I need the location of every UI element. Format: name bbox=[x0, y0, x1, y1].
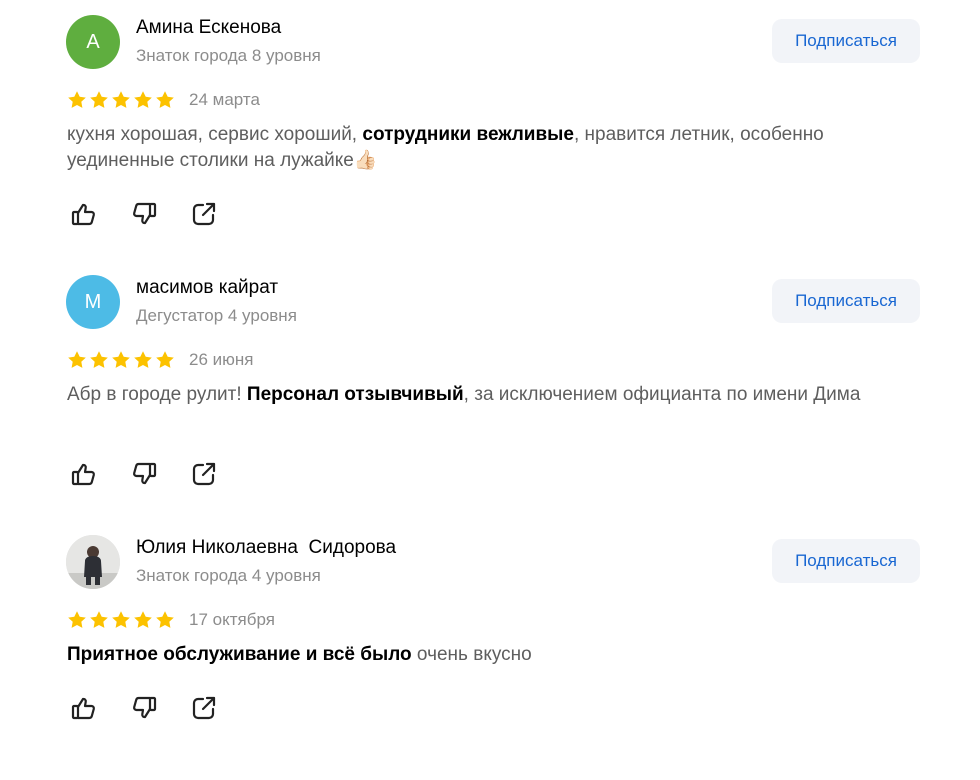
review-text: Абр в городе рулит! Персонал отзывчивый,… bbox=[67, 382, 927, 408]
review-actions bbox=[70, 200, 218, 228]
review-text-part: кухня хорошая, сервис хороший, bbox=[67, 124, 363, 145]
star-icon bbox=[112, 91, 130, 108]
star-icon bbox=[156, 351, 174, 368]
star-icon bbox=[134, 91, 152, 108]
review-text: кухня хорошая, сервис хороший, сотрудник… bbox=[67, 122, 927, 174]
review-actions bbox=[70, 694, 218, 722]
star-icon bbox=[90, 351, 108, 368]
share-button[interactable] bbox=[190, 694, 218, 722]
thumbs-up-icon bbox=[71, 463, 95, 486]
star-icon bbox=[90, 611, 108, 628]
star-icon bbox=[90, 91, 108, 108]
share-button[interactable] bbox=[190, 200, 218, 228]
review-text: Приятное обслуживание и всё было очень в… bbox=[67, 642, 927, 668]
star-icon bbox=[134, 611, 152, 628]
rating-stars bbox=[67, 610, 175, 630]
thumbs-down-icon bbox=[133, 202, 157, 225]
subscribe-button[interactable]: Подписаться bbox=[772, 539, 920, 583]
star-icon bbox=[112, 611, 130, 628]
share-button[interactable] bbox=[190, 460, 218, 488]
thumbs-up-icon bbox=[71, 203, 95, 226]
subscribe-button[interactable]: Подписаться bbox=[772, 19, 920, 63]
rating-stars bbox=[67, 350, 175, 370]
review-text-part: очень вкусно bbox=[411, 644, 532, 665]
like-button[interactable] bbox=[70, 460, 98, 488]
review-date: 26 июня bbox=[189, 350, 254, 369]
reviewer-level: Знаток города 4 уровня bbox=[136, 566, 321, 585]
star-icon bbox=[68, 351, 86, 368]
review-card: М масимов кайрат Дегустатор 4 уровня Под… bbox=[0, 260, 980, 520]
like-button[interactable] bbox=[70, 200, 98, 228]
review-date: 24 марта bbox=[189, 90, 260, 109]
reviewer-level: Знаток города 8 уровня bbox=[136, 46, 321, 65]
avatar-letter: А bbox=[86, 30, 100, 53]
reviewer-level: Дегустатор 4 уровня bbox=[136, 306, 297, 325]
review-text-part: , за исключением официанта по имени Дима bbox=[463, 384, 861, 405]
star-icon bbox=[156, 91, 174, 108]
star-icon bbox=[112, 351, 130, 368]
review-date: 17 октября bbox=[189, 610, 275, 629]
avatar-letter: М bbox=[84, 290, 102, 313]
review-card: Юлия Николаевна Сидорова Знаток города 4… bbox=[0, 520, 980, 780]
review-highlight: сотрудники вежливые bbox=[362, 124, 574, 145]
star-icon bbox=[134, 351, 152, 368]
thumbs-down-icon bbox=[133, 696, 157, 719]
reviewer-name[interactable]: Юлия Николаевна Сидорова bbox=[136, 537, 396, 559]
like-button[interactable] bbox=[70, 694, 98, 722]
dislike-button[interactable] bbox=[130, 200, 158, 228]
review-card: А Амина Ескенова Знаток города 8 уровня … bbox=[0, 0, 980, 260]
review-highlight: Персонал отзывчивый bbox=[246, 384, 464, 405]
dislike-button[interactable] bbox=[130, 460, 158, 488]
avatar[interactable]: М bbox=[66, 275, 120, 329]
share-icon bbox=[192, 202, 216, 226]
thumbs-down-icon bbox=[133, 462, 157, 485]
subscribe-button[interactable]: Подписаться bbox=[772, 279, 920, 323]
avatar-photo[interactable] bbox=[66, 535, 120, 589]
share-icon bbox=[192, 696, 216, 720]
star-icon bbox=[156, 611, 174, 628]
review-highlight: Приятное обслуживание и всё было bbox=[67, 644, 412, 665]
dislike-button[interactable] bbox=[130, 694, 158, 722]
review-actions bbox=[70, 460, 218, 488]
star-icon bbox=[68, 611, 86, 628]
avatar[interactable]: А bbox=[66, 15, 120, 69]
rating-stars bbox=[67, 90, 175, 110]
person-photo-icon bbox=[66, 535, 120, 589]
reviewer-name[interactable]: Амина Ескенова bbox=[136, 17, 281, 39]
thumbs-up-icon bbox=[71, 697, 95, 720]
review-text-part: Абр в городе рулит! bbox=[67, 384, 247, 405]
reviewer-name[interactable]: масимов кайрат bbox=[136, 277, 278, 299]
star-icon bbox=[68, 91, 86, 108]
share-icon bbox=[192, 462, 216, 486]
